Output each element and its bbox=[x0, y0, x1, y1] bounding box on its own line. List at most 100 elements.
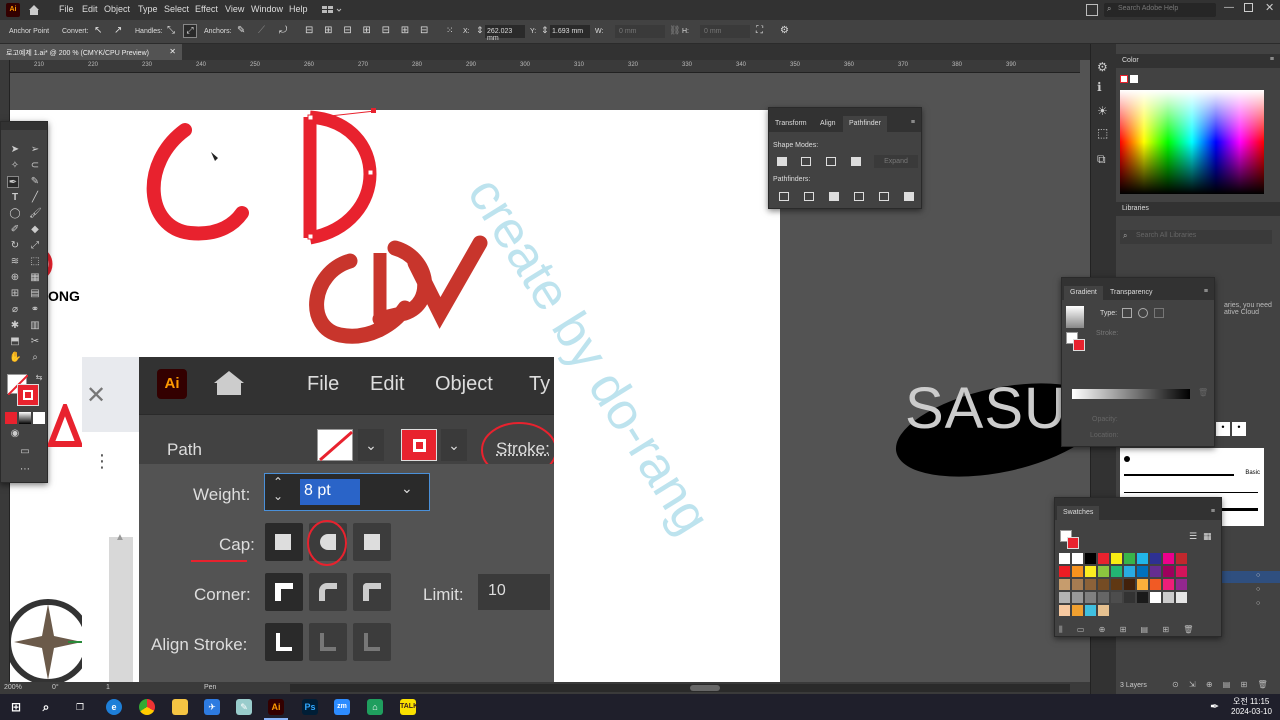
file-explorer-icon[interactable] bbox=[172, 699, 188, 715]
menu-window[interactable]: Window bbox=[251, 4, 283, 14]
w-field[interactable]: 0 mm bbox=[615, 25, 665, 38]
color-spectrum[interactable] bbox=[1120, 90, 1264, 194]
color-swatch[interactable] bbox=[1098, 605, 1109, 616]
reference-point-icon[interactable]: ⁙ bbox=[446, 25, 454, 36]
color-swatch[interactable] bbox=[1072, 553, 1083, 564]
ellipse-tool-icon[interactable]: ◯ bbox=[9, 208, 21, 220]
menu-view[interactable]: View bbox=[225, 4, 244, 14]
color-swatch[interactable] bbox=[1176, 579, 1187, 590]
convert-smooth-icon[interactable]: ↗ bbox=[114, 25, 122, 36]
outline-icon[interactable] bbox=[879, 192, 889, 201]
fill-stroke-mini[interactable] bbox=[1060, 530, 1080, 550]
selection-tool-icon[interactable]: ➤ bbox=[9, 144, 21, 156]
overlay-close-icon[interactable]: ✕ bbox=[86, 381, 106, 410]
expand-button[interactable]: Expand bbox=[874, 155, 918, 168]
y-field[interactable]: 1.693 mm bbox=[550, 25, 590, 38]
color-swatch[interactable] bbox=[1124, 592, 1135, 603]
layer-target-icon[interactable]: ○ bbox=[1256, 586, 1260, 593]
eraser-tool-icon[interactable]: ◆ bbox=[29, 224, 41, 236]
color-swatch[interactable] bbox=[1111, 592, 1122, 603]
libraries-search-field[interactable]: ⌕ Search All Libraries bbox=[1120, 230, 1272, 244]
color-swatch[interactable] bbox=[1085, 592, 1096, 603]
color-swatch[interactable] bbox=[1059, 553, 1070, 564]
color-swatch[interactable] bbox=[1085, 579, 1096, 590]
mesh-tool-icon[interactable]: ⊞ bbox=[9, 288, 21, 300]
line-tool-icon[interactable]: ╱ bbox=[29, 192, 41, 204]
color-swatch[interactable] bbox=[1163, 579, 1174, 590]
color-swatch[interactable] bbox=[1085, 553, 1096, 564]
miter-join-button[interactable] bbox=[265, 573, 303, 611]
none-swatch-icon[interactable] bbox=[1120, 75, 1128, 83]
chrome-icon[interactable] bbox=[139, 699, 155, 715]
shaper-tool-icon[interactable]: ✐ bbox=[9, 224, 21, 236]
color-swatch[interactable] bbox=[1072, 605, 1083, 616]
color-swatch[interactable] bbox=[1111, 553, 1122, 564]
notes-icon[interactable]: ✎ bbox=[236, 699, 252, 715]
none-mode-icon[interactable] bbox=[33, 412, 45, 424]
panel-menu-icon[interactable]: ⚙ bbox=[780, 25, 789, 36]
perspective-grid-tool-icon[interactable]: ▦ bbox=[29, 272, 41, 284]
rotation-angle[interactable]: 0° bbox=[52, 684, 59, 691]
color-swatch[interactable] bbox=[1137, 592, 1148, 603]
shape-builder-tool-icon[interactable]: ⊕ bbox=[9, 272, 21, 284]
zoom-tool-icon[interactable]: ⌕ bbox=[29, 352, 41, 364]
color-swatch[interactable] bbox=[1085, 566, 1096, 577]
overlay-fill-dropdown-icon[interactable]: ⌄ bbox=[358, 429, 384, 461]
search-icon[interactable]: ⌕ bbox=[38, 699, 54, 715]
windows-start-icon[interactable]: ⊞ bbox=[8, 699, 24, 715]
layers-footer-icons[interactable]: ⊙ ⇲ ⊕ ▤ ⊞ 🗑 bbox=[1172, 680, 1272, 689]
document-tab[interactable]: 로고예제 1.ai* @ 200 % (CMYK/CPU Preview) ✕ bbox=[0, 44, 182, 60]
kakaotalk-icon[interactable]: TALK bbox=[400, 699, 418, 715]
color-swatch[interactable] bbox=[1163, 566, 1174, 577]
convert-corner-icon[interactable]: ↖ bbox=[94, 25, 102, 36]
connect-anchor-icon[interactable]: ⟋ bbox=[258, 25, 265, 36]
weight-dropdown-icon[interactable]: ⌄ bbox=[401, 480, 413, 497]
menu-type[interactable]: Type bbox=[138, 4, 158, 14]
color-swatch[interactable] bbox=[1137, 566, 1148, 577]
pen-tool-icon[interactable]: ✒ bbox=[7, 176, 19, 188]
edge-icon[interactable]: e bbox=[106, 699, 122, 715]
gradient-preview[interactable] bbox=[1066, 306, 1084, 328]
minus-back-icon[interactable] bbox=[904, 192, 914, 201]
unite-icon[interactable] bbox=[777, 157, 787, 166]
overlay-weight-value[interactable]: 8 pt bbox=[300, 479, 360, 505]
symbol-sprayer-tool-icon[interactable]: ✱ bbox=[9, 320, 21, 332]
color-swatch[interactable] bbox=[1176, 566, 1187, 577]
menu-edit[interactable]: Edit bbox=[82, 4, 98, 14]
color-swatch[interactable] bbox=[1098, 566, 1109, 577]
more-tools-icon[interactable]: ⋯ bbox=[19, 464, 31, 476]
menu-select[interactable]: Select bbox=[164, 4, 189, 14]
rotate-tool-icon[interactable]: ↻ bbox=[9, 240, 21, 252]
color-swatch[interactable] bbox=[1059, 592, 1070, 603]
color-swatch[interactable] bbox=[1176, 553, 1187, 564]
align-stroke-outside-button[interactable] bbox=[353, 623, 391, 661]
brightness-icon[interactable]: ☀ bbox=[1097, 104, 1108, 118]
zoom-level[interactable]: 200% bbox=[4, 684, 22, 691]
slice-tool-icon[interactable]: ✂ bbox=[29, 336, 41, 348]
info-panel-icon[interactable]: ℹ bbox=[1097, 80, 1102, 94]
menu-help[interactable]: Help bbox=[289, 4, 308, 14]
restore-button[interactable] bbox=[1244, 3, 1253, 12]
swap-fill-stroke-icon[interactable]: ⇆ bbox=[33, 372, 45, 384]
show-handles-icon[interactable]: ⤡ bbox=[167, 25, 175, 36]
color-swatch[interactable] bbox=[1059, 566, 1070, 577]
color-swatch[interactable] bbox=[1150, 553, 1161, 564]
align-stroke-center-button[interactable] bbox=[265, 623, 303, 661]
constrain-icon[interactable]: ⛓ bbox=[669, 25, 680, 36]
overlay-menu-edit[interactable]: Edit bbox=[370, 373, 404, 396]
intersect-icon[interactable] bbox=[826, 157, 836, 166]
overlay-limit-field[interactable]: 10 bbox=[478, 574, 550, 610]
exclude-icon[interactable] bbox=[851, 157, 861, 166]
overlay-menu-type[interactable]: Ty bbox=[529, 373, 550, 396]
color-swatch[interactable] bbox=[1111, 579, 1122, 590]
color-swatch[interactable] bbox=[1059, 605, 1070, 616]
overlay-weight-stepper[interactable]: ⌃ ⌄ 8 pt ⌄ bbox=[264, 473, 430, 511]
color-swatch[interactable] bbox=[1098, 579, 1109, 590]
artboard-tool-icon[interactable]: ⬒ bbox=[9, 336, 21, 348]
direct-selection-tool-icon[interactable]: ➢ bbox=[29, 144, 41, 156]
cc-libraries-icon[interactable]: ⧉ bbox=[1097, 152, 1106, 167]
align-stroke-inside-button[interactable] bbox=[309, 623, 347, 661]
bevel-join-button[interactable] bbox=[353, 573, 391, 611]
color-swatch[interactable] bbox=[1124, 579, 1135, 590]
color-swatch[interactable] bbox=[1072, 566, 1083, 577]
